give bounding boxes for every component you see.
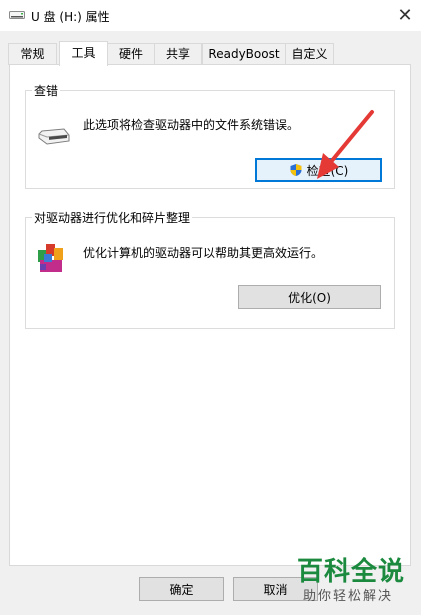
optimize-description: 优化计算机的驱动器可以帮助其更高效运行。 xyxy=(83,246,324,260)
close-button[interactable]: ✕ xyxy=(389,0,421,31)
check-button-label: 检查(C) xyxy=(306,163,349,178)
ok-button[interactable]: 确定 xyxy=(139,577,224,601)
drive-icon xyxy=(38,128,70,145)
check-button[interactable]: 检查(C) xyxy=(255,158,382,182)
optimize-group: 对驱动器进行优化和碎片整理 优化计算机的驱动器可以帮助其更高效运行。 优化(O) xyxy=(25,209,395,329)
defrag-icon xyxy=(38,244,63,272)
optimize-title: 对驱动器进行优化和碎片整理 xyxy=(32,209,193,226)
tab-tools[interactable]: 工具 xyxy=(59,41,108,66)
watermark-logo: 百科全说 助你轻松解决 xyxy=(293,551,415,609)
tab-customize[interactable]: 自定义 xyxy=(285,43,334,65)
error-check-description: 此选项将检查驱动器中的文件系统错误。 xyxy=(83,118,300,132)
tab-readyboost[interactable]: ReadyBoost xyxy=(202,43,286,65)
usb-drive-icon xyxy=(9,11,25,19)
tab-hardware[interactable]: 硬件 xyxy=(107,43,155,65)
tools-panel: 查错 此选项将检查驱动器中的文件系统错误。 检查(C) 对驱动器进行优化和碎片整… xyxy=(9,64,411,566)
tab-sharing[interactable]: 共享 xyxy=(154,43,202,65)
error-check-title: 查错 xyxy=(32,82,61,99)
tab-general[interactable]: 常规 xyxy=(8,43,57,65)
uac-shield-icon xyxy=(290,164,302,176)
window-title: U 盘 (H:) 属性 xyxy=(31,10,110,24)
optimize-button[interactable]: 优化(O) xyxy=(238,285,381,309)
error-check-group: 查错 此选项将检查驱动器中的文件系统错误。 检查(C) xyxy=(25,82,395,189)
title-bar: U 盘 (H:) 属性 ✕ xyxy=(0,0,421,31)
properties-window: U 盘 (H:) 属性 ✕ 常规 工具 硬件 共享 ReadyBoost 自定义… xyxy=(0,0,421,615)
watermark-slogan: 助你轻松解决 xyxy=(303,589,394,604)
watermark-brand: 百科全说 xyxy=(297,557,406,587)
